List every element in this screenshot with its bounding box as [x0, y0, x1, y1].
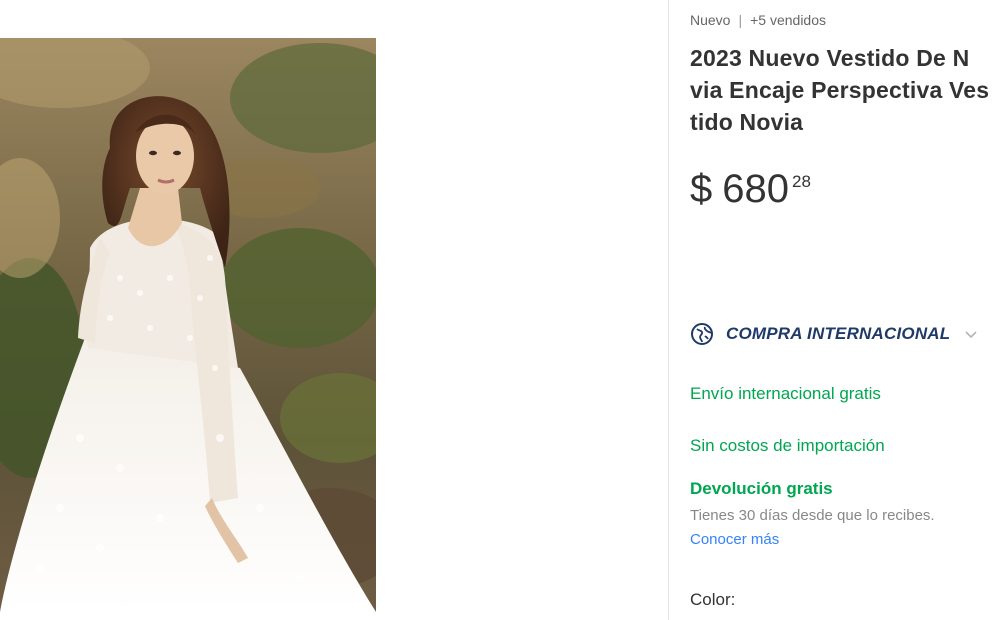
price-cents: 28: [792, 172, 811, 191]
no-import-costs: Sin costos de importación: [690, 436, 885, 455]
product-photo[interactable]: [0, 38, 376, 612]
payment-methods-link-blurred[interactable]: [690, 269, 814, 285]
price-currency: $: [690, 167, 713, 211]
learn-more-link[interactable]: Conocer más: [690, 531, 779, 548]
installments-blurred: [690, 215, 903, 237]
title-line: via Encaje Perspectiva Ves: [690, 77, 990, 103]
product-gallery: [0, 0, 668, 620]
product-subtitle: Nuevo | +5 vendidos: [690, 12, 826, 28]
international-purchase-label: COMPRA INTERNACIONAL: [726, 324, 951, 343]
title-line: 2023 Nuevo Vestido De N: [690, 45, 970, 71]
product-title: 2023 Nuevo Vestido De N via Encaje Persp…: [690, 42, 1005, 138]
globe-icon: [690, 322, 714, 346]
free-international-shipping: Envío internacional gratis: [690, 384, 881, 403]
color-label: Color:: [690, 590, 736, 609]
chevron-down-icon: [964, 327, 978, 341]
column-divider: [668, 0, 669, 620]
subtitle-separator: |: [738, 12, 743, 28]
price-amount: 680: [722, 167, 789, 211]
condition-label: Nuevo: [690, 12, 731, 28]
sold-count: +5 vendidos: [750, 12, 827, 28]
tax-note-blurred: [690, 237, 765, 254]
title-line: tido Novia: [690, 109, 804, 135]
price: $ 680 28: [690, 166, 811, 212]
international-purchase-toggle[interactable]: COMPRA INTERNACIONAL: [690, 322, 978, 346]
free-return-title: Devolución gratis: [690, 479, 833, 498]
product-info: Nuevo | +5 vendidos 2023 Nuevo Vestido De …: [690, 0, 1005, 620]
wedding-dress-photo: [0, 38, 376, 612]
free-return-detail: Tienes 30 días desde que lo recibes.: [690, 507, 935, 524]
